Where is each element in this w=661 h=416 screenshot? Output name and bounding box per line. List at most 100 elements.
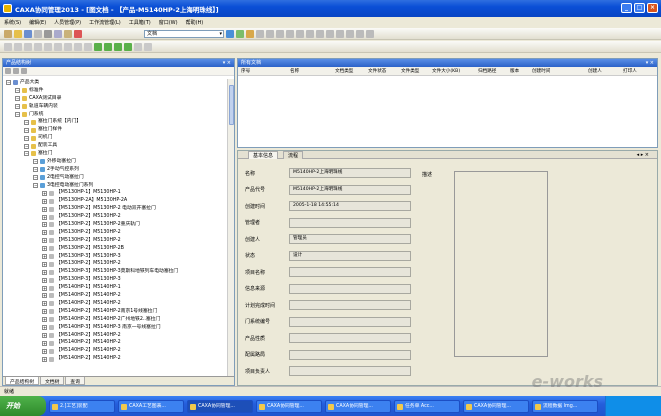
refresh-icon[interactable] (236, 29, 244, 38)
tab-document-tree[interactable]: 文档树 (40, 377, 65, 385)
copy-icon[interactable] (54, 29, 62, 38)
tool-icon[interactable] (266, 29, 274, 38)
tool-icon[interactable] (14, 42, 22, 51)
field-value[interactable]: 2005-1-18 14:55:14 (289, 201, 411, 211)
expand-toggle-icon[interactable]: + (42, 309, 47, 315)
cut-icon[interactable] (44, 29, 52, 38)
column-header[interactable]: 版本 (510, 68, 519, 74)
tree-node[interactable]: + 【M5130HP-2】M5130HP-2 (3, 229, 234, 237)
tree-node[interactable]: + 【M5140HP-2】M5140HP-2 (3, 332, 234, 340)
expand-toggle-icon[interactable]: − (33, 159, 38, 165)
menu-help[interactable]: 帮助(H) (186, 19, 204, 26)
field-value[interactable] (289, 349, 411, 360)
tool-icon[interactable] (256, 29, 264, 38)
expand-toggle-icon[interactable]: − (33, 167, 38, 173)
field-value[interactable]: 设计 (289, 250, 411, 261)
expand-toggle-icon[interactable]: + (42, 206, 47, 212)
tree-node[interactable]: + 【M5130HP-2】M5130HP-2 (3, 237, 234, 245)
tree-node[interactable]: − 塞拉门系统【内门】 (3, 118, 234, 126)
tool-icon[interactable] (346, 29, 354, 38)
expand-toggle-icon[interactable]: − (15, 96, 20, 102)
tool-icon[interactable] (276, 29, 284, 38)
tree-node[interactable]: − 塞拉门样件 (3, 126, 234, 134)
expand-toggle-icon[interactable]: − (24, 127, 29, 133)
view-combo[interactable]: 文档 (144, 29, 224, 38)
menu-workflow[interactable]: 工作流管理(L) (89, 19, 121, 26)
tool-icon[interactable] (4, 42, 12, 51)
tree-node[interactable]: − 司机门 (3, 134, 234, 142)
tree-node[interactable]: + 【M5140HP-2】M5140HP-2广州地铁2..塞拉门 (3, 316, 234, 324)
tree-node[interactable]: + 【M5140HP-2】M5140HP-2 (3, 355, 234, 363)
expand-toggle-icon[interactable]: − (24, 135, 29, 141)
tool-icon[interactable] (336, 29, 344, 38)
expand-toggle-icon[interactable]: + (42, 293, 47, 299)
expand-toggle-icon[interactable]: + (42, 230, 47, 236)
tree-node[interactable]: + 【M5130HP-2】M5130HP-2重庆轨门 (3, 221, 234, 229)
tool-icon[interactable] (326, 29, 334, 38)
tree-node[interactable]: + 【M5140HP-1】M5140HP-1 (3, 284, 234, 292)
expand-toggle-icon[interactable]: + (42, 222, 47, 228)
tree-node[interactable]: + 【M5130HP-1】M5130HP-1 (3, 189, 234, 197)
expand-toggle-icon[interactable]: − (24, 143, 29, 149)
tool-icon[interactable] (13, 68, 19, 74)
tool-icon[interactable] (74, 42, 82, 51)
tree-node[interactable]: + 【M5130HP-2】M5130HP-2 (3, 213, 234, 221)
tree-node[interactable]: + 【M5130HP-3】M5130HP-3 (3, 253, 234, 261)
pane-close-icon[interactable]: ▾ × (646, 59, 654, 67)
column-header[interactable]: 文件类型 (401, 68, 419, 74)
tree-node[interactable]: − 3电控电动塞拉门系列 (3, 182, 234, 190)
menu-tools[interactable]: 工具箱(T) (129, 19, 151, 26)
column-header[interactable]: 归档路径 (478, 68, 496, 74)
tree-node[interactable]: − 2电控气动塞拉门 (3, 174, 234, 182)
close-button[interactable]: × (647, 3, 658, 13)
expand-toggle-icon[interactable]: + (42, 254, 47, 260)
tree-node[interactable]: − 产品大类 (3, 79, 234, 87)
tree-node[interactable]: + 【M5140HP-3】M5140HP-3 南京一号线塞拉门 (3, 324, 234, 332)
tree-node[interactable]: + 【M5130HP-3】M5130HP-3莫斯科地铁列车电动塞拉门 (3, 268, 234, 276)
field-value[interactable] (289, 217, 411, 228)
tree-node[interactable]: − 外移动塞拉门 (3, 158, 234, 166)
open-folder-icon[interactable] (14, 29, 22, 38)
tab-scroll-arrows-icon[interactable]: ◂ ▸ × (633, 151, 653, 159)
tree-scrollbar[interactable] (227, 79, 234, 379)
field-value[interactable] (289, 267, 411, 277)
expand-toggle-icon[interactable]: + (42, 332, 47, 338)
checkin-icon[interactable] (114, 42, 122, 51)
tree-node[interactable]: + 【M5130HP-3】M5130HP-3 (3, 276, 234, 284)
expand-toggle-icon[interactable]: + (42, 269, 47, 275)
checkout-icon[interactable] (124, 42, 132, 51)
start-button[interactable]: 开始 (0, 396, 46, 416)
field-value[interactable]: M5140HP-2上海明珠线 (289, 184, 411, 195)
scroll-thumb[interactable] (229, 85, 234, 125)
expand-toggle-icon[interactable]: + (42, 246, 47, 252)
expand-toggle-icon[interactable]: + (42, 325, 47, 331)
expand-toggle-icon[interactable]: + (42, 340, 47, 346)
tree-node[interactable]: + 【M5130HP-2】M5130HP-2B (3, 245, 234, 253)
arrow-down-icon[interactable] (104, 42, 112, 51)
tree-node[interactable]: − 轨道车辆内装 (3, 103, 234, 111)
expand-toggle-icon[interactable]: + (42, 301, 47, 307)
field-value[interactable] (289, 300, 411, 310)
taskbar-window-button[interactable]: CAXA协同管理... (463, 399, 529, 413)
expand-toggle-icon[interactable]: + (42, 348, 47, 354)
expand-toggle-icon[interactable]: − (6, 80, 11, 86)
tool-icon[interactable] (296, 29, 304, 38)
tab-workflow[interactable]: 流程 (283, 151, 304, 159)
field-value[interactable] (289, 366, 411, 376)
menu-people[interactable]: 人员管理(P) (54, 19, 81, 26)
column-header[interactable]: 创建时间 (532, 68, 550, 74)
tree-node[interactable]: + 【M5140HP-2】M5140HP-2 (3, 300, 234, 308)
expand-toggle-icon[interactable]: − (33, 183, 38, 189)
expand-toggle-icon[interactable]: + (42, 198, 47, 204)
description-field[interactable] (454, 171, 548, 357)
tool-icon[interactable] (64, 42, 72, 51)
column-header[interactable]: 名称 (290, 68, 299, 74)
search-icon[interactable] (226, 29, 234, 38)
expand-toggle-icon[interactable]: + (42, 317, 47, 323)
field-value[interactable]: 管理员 (289, 234, 411, 244)
expand-toggle-icon[interactable]: + (42, 285, 47, 291)
tree-node[interactable]: − CAXA测试目录 (3, 95, 234, 103)
tree-node[interactable]: − 门系统 (3, 111, 234, 119)
tree-node[interactable]: + 【M5130HP-2】M5130HP-2 (3, 260, 234, 268)
expand-toggle-icon[interactable]: + (42, 214, 47, 220)
